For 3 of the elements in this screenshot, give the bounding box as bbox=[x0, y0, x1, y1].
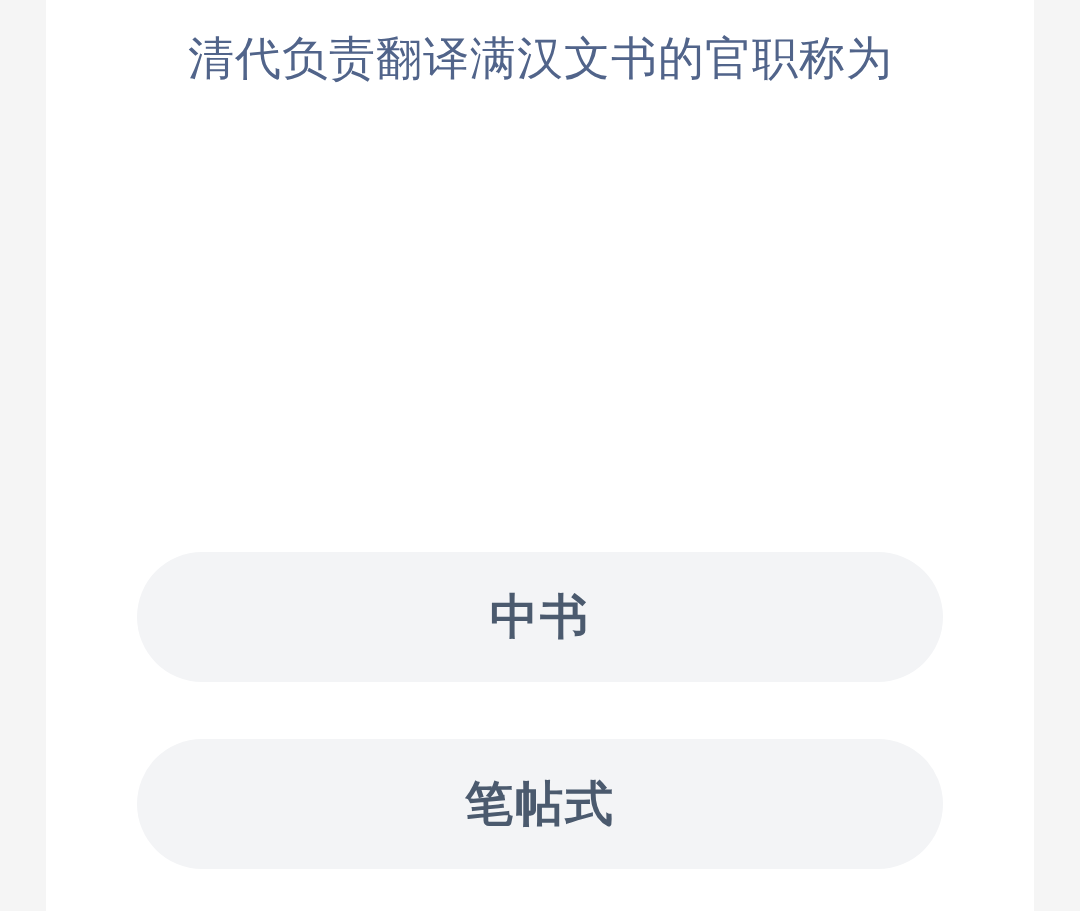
answer-option[interactable]: 笔帖式 bbox=[137, 739, 943, 869]
question-text: 清代负责翻译满汉文书的官职称为 bbox=[187, 30, 893, 87]
answer-option[interactable]: 中书 bbox=[137, 552, 943, 682]
